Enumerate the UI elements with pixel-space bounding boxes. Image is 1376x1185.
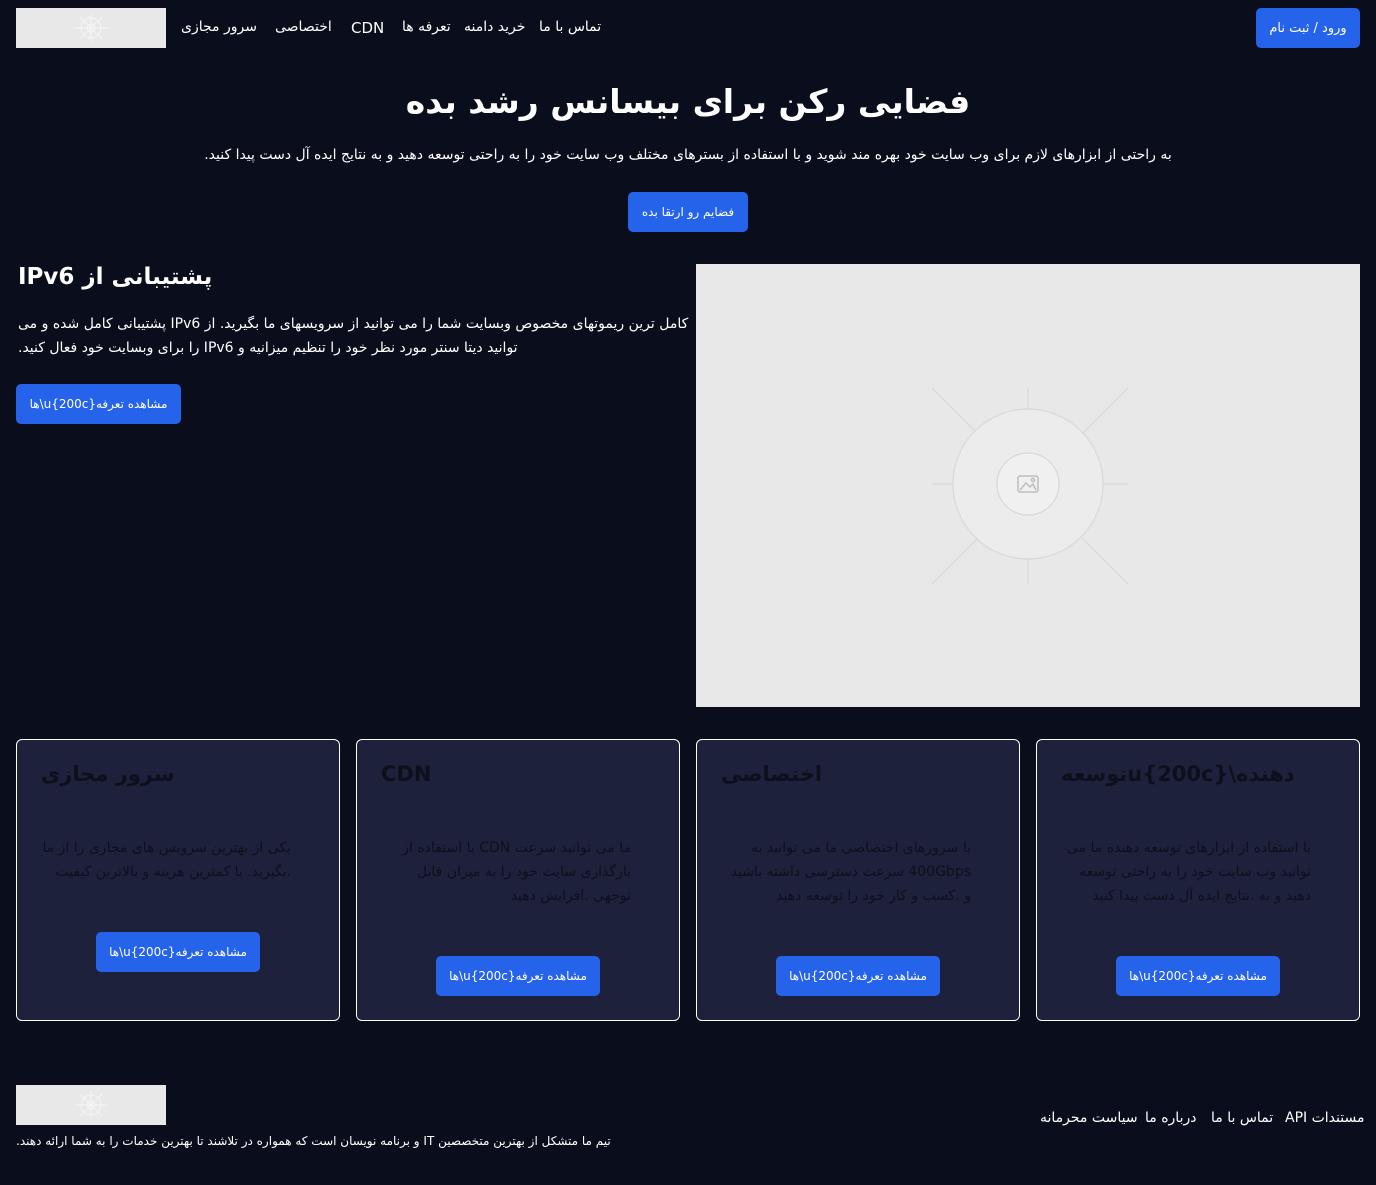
logo-image-icon — [75, 14, 107, 42]
ipv6-description-line-1: پشتیبانی کامل شده و می IPv6 کامل ترین ری… — [18, 316, 689, 332]
card-title: CDN — [381, 762, 432, 786]
footer-about-text: .و برنامه نویسان است که همواره در تلاشند… — [16, 1134, 611, 1148]
nav-cdn[interactable]: CDN — [351, 19, 384, 37]
nav-domain[interactable]: خرید دامنه — [464, 19, 525, 35]
hero-subtitle: .به راحتی از ابزارهای لازم برای وب سایت … — [204, 147, 1172, 163]
ipv6-description-line-2: .را برای وبسایت خود فعال کنید IPv6 توانی… — [18, 340, 518, 356]
header-logo[interactable] — [16, 8, 166, 48]
nav-dedicated[interactable]: اختصاصی — [275, 19, 332, 35]
image-placeholder-icon — [931, 387, 1129, 585]
nav-contact[interactable]: تماس با ما — [539, 19, 601, 35]
card-text: با استفاده از ابزارهای توسعه دهنده ما می… — [1066, 840, 1311, 904]
ipv6-view-pricing-button[interactable]: ها\u{200c}مشاهده تعرفه — [16, 384, 181, 424]
footer-link-about[interactable]: درباره ما — [1145, 1110, 1196, 1126]
card-text: ما می توانید سرعت CDN با استفاده از بارگ… — [402, 840, 631, 904]
ipv6-image-placeholder — [696, 264, 1360, 707]
card-view-pricing-button[interactable]: ها\u{200c}مشاهده تعرفه — [436, 956, 600, 996]
nav-pricing[interactable]: تعرفه ها — [402, 19, 451, 35]
nav-vps[interactable]: سرور مجازی — [181, 19, 257, 35]
login-register-button[interactable]: ورود / ثبت نام — [1256, 8, 1360, 48]
card-vps: سرور مجازی یکی از بهترین سرویس های مجازی… — [16, 739, 340, 1021]
logo-image-icon — [75, 1091, 107, 1119]
card-view-pricing-button[interactable]: ها\u{200c}مشاهده تعرفه — [1116, 956, 1280, 996]
card-developer: دهنده\u{200c}توسعه با استفاده از ابزارها… — [1036, 739, 1360, 1021]
card-text: با سرورهای اختصاصی ما می توانید به 400Gb… — [730, 840, 971, 904]
card-title: اختصاصی — [721, 762, 823, 786]
ipv6-title: پشتیبانی از IPv6 — [18, 264, 213, 290]
card-title: دهنده\u{200c}توسعه — [1061, 762, 1295, 786]
card-title: سرور مجازی — [41, 762, 175, 786]
card-view-pricing-button[interactable]: ها\u{200c}مشاهده تعرفه — [96, 932, 260, 972]
ipv6-description: پشتیبانی کامل شده و می IPv6 کامل ترین ری… — [18, 312, 689, 360]
upgrade-space-button[interactable]: فضایم رو ارتقا بده — [628, 192, 748, 232]
footer-link-privacy[interactable]: سیاست محرمانه — [1040, 1110, 1138, 1126]
footer-link-contact[interactable]: تماس با ما — [1211, 1110, 1273, 1126]
card-dedicated: اختصاصی با سرورهای اختصاصی ما می توانید … — [696, 739, 1020, 1021]
card-view-pricing-button[interactable]: ها\u{200c}مشاهده تعرفه — [776, 956, 940, 996]
card-text: یکی از بهترین سرویس های مجازی را از ما .… — [42, 840, 291, 880]
hero-title: فضایی رکن برای بیسانس رشد بده — [405, 82, 971, 121]
footer-logo[interactable] — [16, 1085, 166, 1125]
footer-link-api-docs[interactable]: مستندات API — [1285, 1110, 1364, 1126]
card-cdn: CDN ما می توانید سرعت CDN با استفاده از … — [356, 739, 680, 1021]
